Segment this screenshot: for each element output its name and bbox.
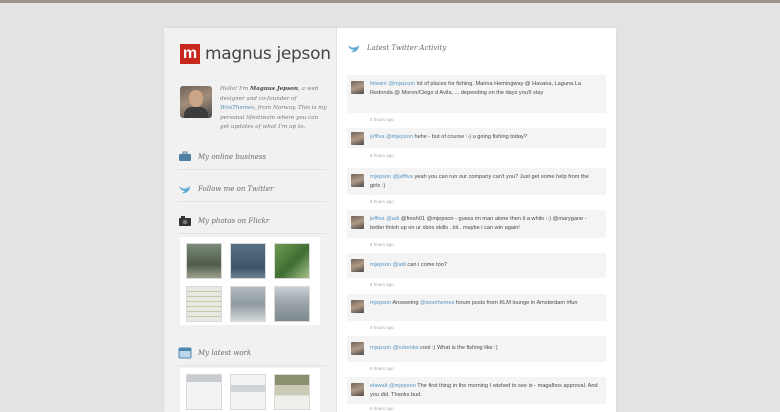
- tweet-avatar[interactable]: [351, 132, 364, 145]
- twitter-bird-icon: [348, 45, 359, 53]
- tweet-text: mjepson @jeffiva yeah you can run our co…: [370, 174, 589, 189]
- flickr-photo[interactable]: [274, 243, 310, 279]
- tweet: mjepson @adi can i come too? 8 hours ago: [347, 253, 606, 287]
- tweet-avatar[interactable]: [351, 81, 364, 94]
- tweet-text: mjepson @rubenko cool :) What is the fis…: [370, 345, 498, 351]
- work-thumbnail-grid: [180, 368, 320, 412]
- twitter-feed-header: Latest Twitter Activity: [347, 42, 446, 54]
- tweet-avatar[interactable]: [351, 300, 364, 313]
- tweet-mention-link[interactable]: @mjepson: [389, 383, 416, 389]
- tweet: hiteam @mjepson lot of places for fishin…: [347, 75, 606, 122]
- work-thumbnail[interactable]: [274, 374, 310, 410]
- section-flickr-photos[interactable]: My photos on Flickr: [178, 214, 326, 234]
- tweet: mjepson @rubenko cool :) What is the fis…: [347, 336, 606, 371]
- work-thumbnail[interactable]: [230, 374, 266, 410]
- tweet-text: jeffiva @adi @fresh01 @mjepson - guess i…: [370, 216, 587, 231]
- section-label: My latest work: [198, 349, 252, 357]
- tweet-time: 8 hours ago: [370, 117, 394, 122]
- tweet-time: 9 hours ago: [370, 406, 394, 411]
- tweet-avatar[interactable]: [351, 216, 364, 229]
- tweet-mention-link[interactable]: @mjepson: [386, 134, 413, 140]
- twitter-feed-title: Latest Twitter Activity: [367, 44, 447, 52]
- top-border: [0, 0, 780, 3]
- window-icon: [178, 347, 192, 359]
- tweet-user-link[interactable]: mjepson: [370, 262, 391, 268]
- tweet-text: hiteam @mjepson lot of places for fishin…: [370, 81, 581, 96]
- twitter-feed: Latest Twitter Activity hiteam @mjepson …: [337, 28, 616, 412]
- section-latest-work[interactable]: My latest work: [178, 346, 326, 366]
- tweet: elawalt @mjepson The first thing in the …: [347, 377, 606, 411]
- sidebar: m magnus jepson Hello! I'm Magnus Jepson…: [164, 28, 337, 412]
- tweet-user-link[interactable]: jeffiva: [370, 134, 385, 140]
- tweet-user-link[interactable]: elawalt: [370, 383, 387, 389]
- tweet-avatar[interactable]: [351, 342, 364, 355]
- section-follow-twitter[interactable]: Follow me on Twitter: [178, 182, 326, 202]
- tweet-time: 8 hours ago: [370, 242, 394, 247]
- tweet-avatar[interactable]: [351, 174, 364, 187]
- flickr-photo[interactable]: [186, 243, 222, 279]
- flickr-photo[interactable]: [274, 286, 310, 322]
- tweet-text: mjepson @adi can i come too?: [370, 262, 447, 268]
- bio-name: Magnus Jepson: [250, 86, 299, 92]
- woothemes-link[interactable]: WooThemes: [220, 105, 254, 111]
- tweet-user-link[interactable]: hiteam: [370, 81, 387, 87]
- logo-mark: m: [180, 44, 200, 64]
- tweet-avatar[interactable]: [351, 259, 364, 272]
- bio-text: Hello! I'm Magnus Jepson, a web designer…: [220, 86, 327, 131]
- tweet-mention-link[interactable]: @mjepson: [388, 81, 415, 87]
- site-logo[interactable]: m magnus jepson: [180, 43, 331, 65]
- tweet-avatar[interactable]: [351, 383, 364, 396]
- page-card: m magnus jepson Hello! I'm Magnus Jepson…: [164, 28, 616, 412]
- avatar: [180, 86, 212, 118]
- tweet-text: jeffiva @mjepson hehe - but of course :-…: [370, 134, 528, 140]
- section-online-business[interactable]: My online business: [178, 150, 326, 170]
- tweet-text: elawalt @mjepson The first thing in the …: [370, 383, 598, 398]
- tweet: mjepson Answering @woothemes forum posts…: [347, 294, 606, 330]
- flickr-photo[interactable]: [230, 243, 266, 279]
- camera-icon: [179, 216, 191, 226]
- tweet-mention-link[interactable]: @rubenko: [393, 345, 419, 351]
- tweet-time: 9 hours ago: [370, 325, 394, 330]
- tweet-time: 9 hours ago: [370, 366, 394, 371]
- tweet-text: mjepson Answering @woothemes forum posts…: [370, 300, 578, 306]
- tweet: jeffiva @adi @fresh01 @mjepson - guess i…: [347, 210, 606, 247]
- flickr-photo[interactable]: [186, 286, 222, 322]
- tweet: mjepson @jeffiva yeah you can run our co…: [347, 168, 606, 204]
- site-title: magnus jepson: [205, 44, 331, 64]
- tweet-user-link[interactable]: mjepson: [370, 345, 391, 351]
- tweet-user-link[interactable]: mjepson: [370, 174, 391, 180]
- tweet-time: 8 hours ago: [370, 153, 394, 158]
- tweet-mention-link[interactable]: @woothemes: [420, 300, 454, 306]
- tweet-user-link[interactable]: jeffiva: [370, 216, 385, 222]
- briefcase-icon: [179, 151, 191, 161]
- section-label: Follow me on Twitter: [198, 185, 274, 193]
- tweet-time: 8 hours ago: [370, 282, 394, 287]
- tweet-mention-link[interactable]: @jeffiva: [393, 174, 413, 180]
- section-label: My photos on Flickr: [198, 217, 270, 225]
- flickr-photo-grid: [180, 237, 320, 325]
- tweet-mention-link[interactable]: @adi: [386, 216, 399, 222]
- flickr-photo[interactable]: [230, 286, 266, 322]
- work-thumbnail[interactable]: [186, 374, 222, 410]
- section-label: My online business: [198, 153, 267, 161]
- tweet-user-link[interactable]: mjepson: [370, 300, 391, 306]
- twitter-bird-icon: [179, 186, 190, 194]
- tweet: jeffiva @mjepson hehe - but of course :-…: [347, 128, 606, 158]
- tweet-mention-link[interactable]: @adi: [393, 262, 406, 268]
- tweet-time: 8 hours ago: [370, 199, 394, 204]
